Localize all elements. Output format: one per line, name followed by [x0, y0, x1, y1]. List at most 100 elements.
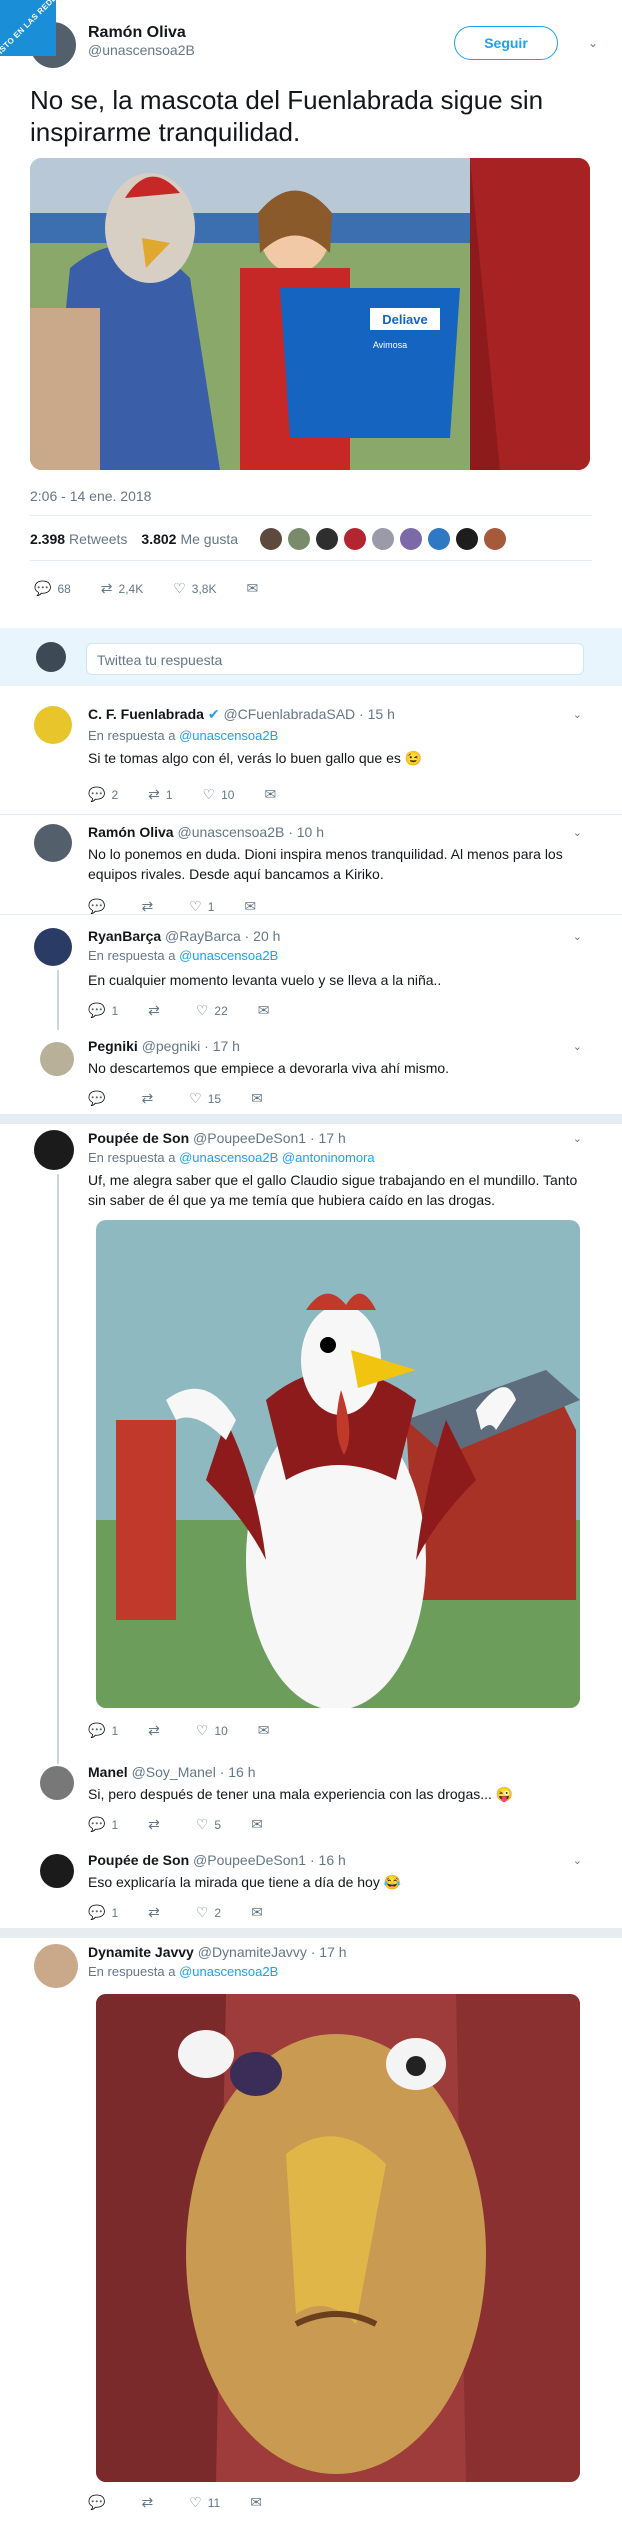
chevron-down-icon[interactable]: ⌄ — [573, 1854, 582, 1867]
avatar[interactable] — [428, 528, 451, 550]
mention-link[interactable]: @unascensoa2B — [179, 1964, 278, 1979]
dm-button[interactable]: ✉ — [251, 1904, 269, 1921]
mention-link[interactable]: @unascensoa2B — [179, 948, 278, 963]
retweet-button[interactable]: ⇄ — [148, 1904, 166, 1921]
mention-link[interactable]: @antoninomora — [282, 1150, 375, 1165]
chevron-down-icon[interactable]: ⌄ — [573, 930, 582, 943]
reply-handle[interactable]: @pegniki · 17 h — [142, 1038, 240, 1054]
dm-button[interactable]: ✉ — [250, 2494, 268, 2511]
reply-handle[interactable]: @PoupeeDeSon1 · 16 h — [193, 1852, 346, 1868]
dm-button[interactable]: ✉ — [251, 1090, 269, 1107]
reply-button[interactable]: 💬 1 — [88, 1904, 118, 1921]
avatar[interactable] — [288, 528, 311, 550]
mascot-photo: Deliave Avimosa — [30, 158, 590, 470]
tweet-photo[interactable]: Deliave Avimosa — [30, 158, 590, 470]
avatar[interactable] — [34, 1130, 74, 1170]
reply-author[interactable]: Poupée de Son — [88, 1130, 189, 1146]
chevron-down-icon[interactable]: ⌄ — [573, 708, 582, 721]
reply-handle[interactable]: @RayBarca · 20 h — [165, 928, 280, 944]
avatar[interactable] — [34, 706, 72, 744]
retweet-icon: ⇄ — [148, 1722, 160, 1738]
like-button[interactable]: ♡ 22 — [196, 1002, 228, 1019]
reply-author[interactable]: Ramón Oliva — [88, 824, 174, 840]
reply-button[interactable]: 💬 — [88, 2494, 111, 2511]
like-button[interactable]: ♡ 10 — [203, 786, 235, 803]
retweet-icon: ⇄ — [148, 1002, 160, 1018]
retweet-button[interactable]: ⇄ 1 — [148, 786, 172, 803]
mention-link[interactable]: @unascensoa2B — [179, 728, 278, 743]
retweet-button[interactable]: ⇄ — [141, 2494, 159, 2511]
avatar[interactable] — [344, 528, 367, 550]
reply-button[interactable]: 💬 1 — [88, 1816, 118, 1833]
reply-handle[interactable]: @unascensoa2B · 10 h — [177, 824, 324, 840]
retweet-button[interactable]: ⇄ — [141, 1090, 159, 1107]
reply-handle[interactable]: @Soy_Manel · 16 h — [132, 1764, 256, 1780]
reply-handle[interactable]: @PoupeeDeSon1 · 17 h — [193, 1130, 346, 1146]
reply-button[interactable]: 💬 68 — [34, 580, 71, 597]
chevron-down-icon[interactable]: ⌄ — [573, 826, 582, 839]
reply-author[interactable]: RyanBarça — [88, 928, 161, 944]
cartoon-rooster-image[interactable] — [96, 1220, 580, 1708]
retweet-button[interactable]: ⇄ 2,4K — [101, 580, 143, 597]
avatar[interactable] — [40, 1042, 74, 1076]
mascot-closeup-image[interactable] — [96, 1994, 580, 2482]
timestamp[interactable]: 2:06 - 14 ene. 2018 — [30, 488, 151, 504]
dm-button[interactable]: ✉ — [258, 1002, 276, 1019]
reply-button[interactable]: 💬 2 — [88, 786, 118, 803]
reply-handle[interactable]: @CFuenlabradaSAD · 15 h — [223, 706, 394, 722]
avatar[interactable] — [260, 528, 283, 550]
avatar[interactable] — [40, 1766, 74, 1800]
like-button[interactable]: ♡ 10 — [196, 1722, 228, 1739]
avatar[interactable] — [34, 824, 72, 862]
reply-author[interactable]: C. F. Fuenlabrada — [88, 706, 204, 722]
reply-handle[interactable]: @DynamiteJavvy · 17 h — [198, 1944, 347, 1960]
reply-author[interactable]: Poupée de Son — [88, 1852, 189, 1868]
like-button[interactable]: ♡ 2 — [196, 1904, 221, 1921]
dm-button[interactable]: ✉ — [246, 580, 264, 597]
likes-label[interactable]: Me gusta — [180, 531, 238, 547]
chevron-down-icon[interactable]: ⌄ — [573, 1040, 582, 1053]
dm-button[interactable]: ✉ — [258, 1722, 276, 1739]
like-button[interactable]: ♡ 11 — [189, 2494, 220, 2511]
retweet-icon: ⇄ — [141, 1090, 154, 1106]
retweet-button[interactable]: ⇄ — [148, 1002, 166, 1019]
reply-author[interactable]: Pegniki — [88, 1038, 138, 1054]
like-button[interactable]: ♡ 3,8K — [173, 580, 216, 597]
like-button[interactable]: ♡ 1 — [189, 898, 214, 915]
follow-button[interactable]: Seguir — [454, 26, 558, 60]
avatar[interactable] — [484, 528, 507, 550]
reply-button[interactable]: 💬 — [88, 1090, 111, 1107]
reply-input[interactable]: Twittea tu respuesta — [86, 643, 584, 675]
dm-button[interactable]: ✉ — [244, 898, 262, 915]
reply-author[interactable]: Dynamite Javvy — [88, 1944, 194, 1960]
avatar[interactable] — [372, 528, 395, 550]
author-name[interactable]: Ramón Oliva — [88, 24, 195, 42]
reply-button[interactable]: 💬 1 — [88, 1722, 118, 1739]
avatar[interactable] — [34, 928, 72, 966]
reply-button[interactable]: 💬 — [88, 898, 111, 915]
mention-link[interactable]: @unascensoa2B — [179, 1150, 278, 1165]
author-handle[interactable]: @unascensoa2B — [88, 42, 195, 58]
dm-button[interactable]: ✉ — [251, 1816, 269, 1833]
like-count[interactable]: 3.802 — [141, 531, 176, 547]
heart-icon: ♡ — [195, 1816, 209, 1832]
retweet-button[interactable]: ⇄ — [148, 1722, 166, 1739]
reply-button[interactable]: 💬 1 — [88, 1002, 118, 1019]
retweet-button[interactable]: ⇄ — [141, 898, 159, 915]
retweet-count[interactable]: 2.398 — [30, 531, 65, 547]
chevron-down-icon[interactable]: ⌄ — [588, 36, 598, 50]
like-button[interactable]: ♡ 5 — [196, 1816, 221, 1833]
retweet-button[interactable]: ⇄ — [148, 1816, 166, 1833]
chevron-down-icon[interactable]: ⌄ — [573, 1132, 582, 1145]
avatar[interactable] — [456, 528, 479, 550]
avatar[interactable] — [34, 1944, 78, 1988]
dm-button[interactable]: ✉ — [264, 786, 282, 803]
like-button[interactable]: ♡ 15 — [189, 1090, 221, 1107]
retweets-label[interactable]: Retweets — [69, 531, 127, 547]
reply-icon: 💬 — [88, 1002, 106, 1018]
reply-tweet: C. F. Fuenlabrada ✔ @CFuenlabradaSAD · 1… — [0, 696, 622, 816]
reply-author[interactable]: Manel — [88, 1764, 128, 1780]
avatar[interactable] — [400, 528, 423, 550]
avatar[interactable] — [316, 528, 339, 550]
avatar[interactable] — [40, 1854, 74, 1888]
